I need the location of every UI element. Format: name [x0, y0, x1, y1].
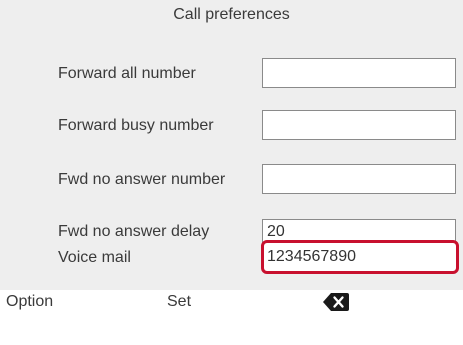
voice-mail-label: Voice mail	[58, 249, 131, 266]
backspace-glyph	[323, 293, 349, 311]
option-softkey[interactable]: Option	[6, 290, 53, 314]
forward-busy-label: Forward busy number	[58, 117, 214, 134]
fwd-no-answer-number-row: Fwd no answer number	[0, 164, 463, 198]
fwd-no-answer-number-input[interactable]	[262, 164, 456, 194]
softkey-bar: Option Set	[0, 290, 463, 345]
fwd-no-answer-number-label: Fwd no answer number	[58, 171, 226, 188]
fwd-no-answer-delay-label: Fwd no answer delay	[58, 223, 210, 240]
forward-all-label: Forward all number	[58, 65, 196, 82]
forward-busy-row: Forward busy number	[0, 110, 463, 144]
call-preferences-screen: Call preferences Forward all number Forw…	[0, 0, 463, 345]
forward-busy-input[interactable]	[262, 110, 456, 140]
forward-all-input[interactable]	[262, 58, 456, 88]
voice-mail-input[interactable]	[261, 240, 459, 274]
backspace-icon[interactable]	[322, 291, 350, 313]
voice-mail-row: Voice mail	[0, 240, 463, 277]
set-softkey[interactable]: Set	[167, 290, 191, 314]
page-title: Call preferences	[173, 6, 290, 23]
forward-all-row: Forward all number	[0, 58, 463, 92]
